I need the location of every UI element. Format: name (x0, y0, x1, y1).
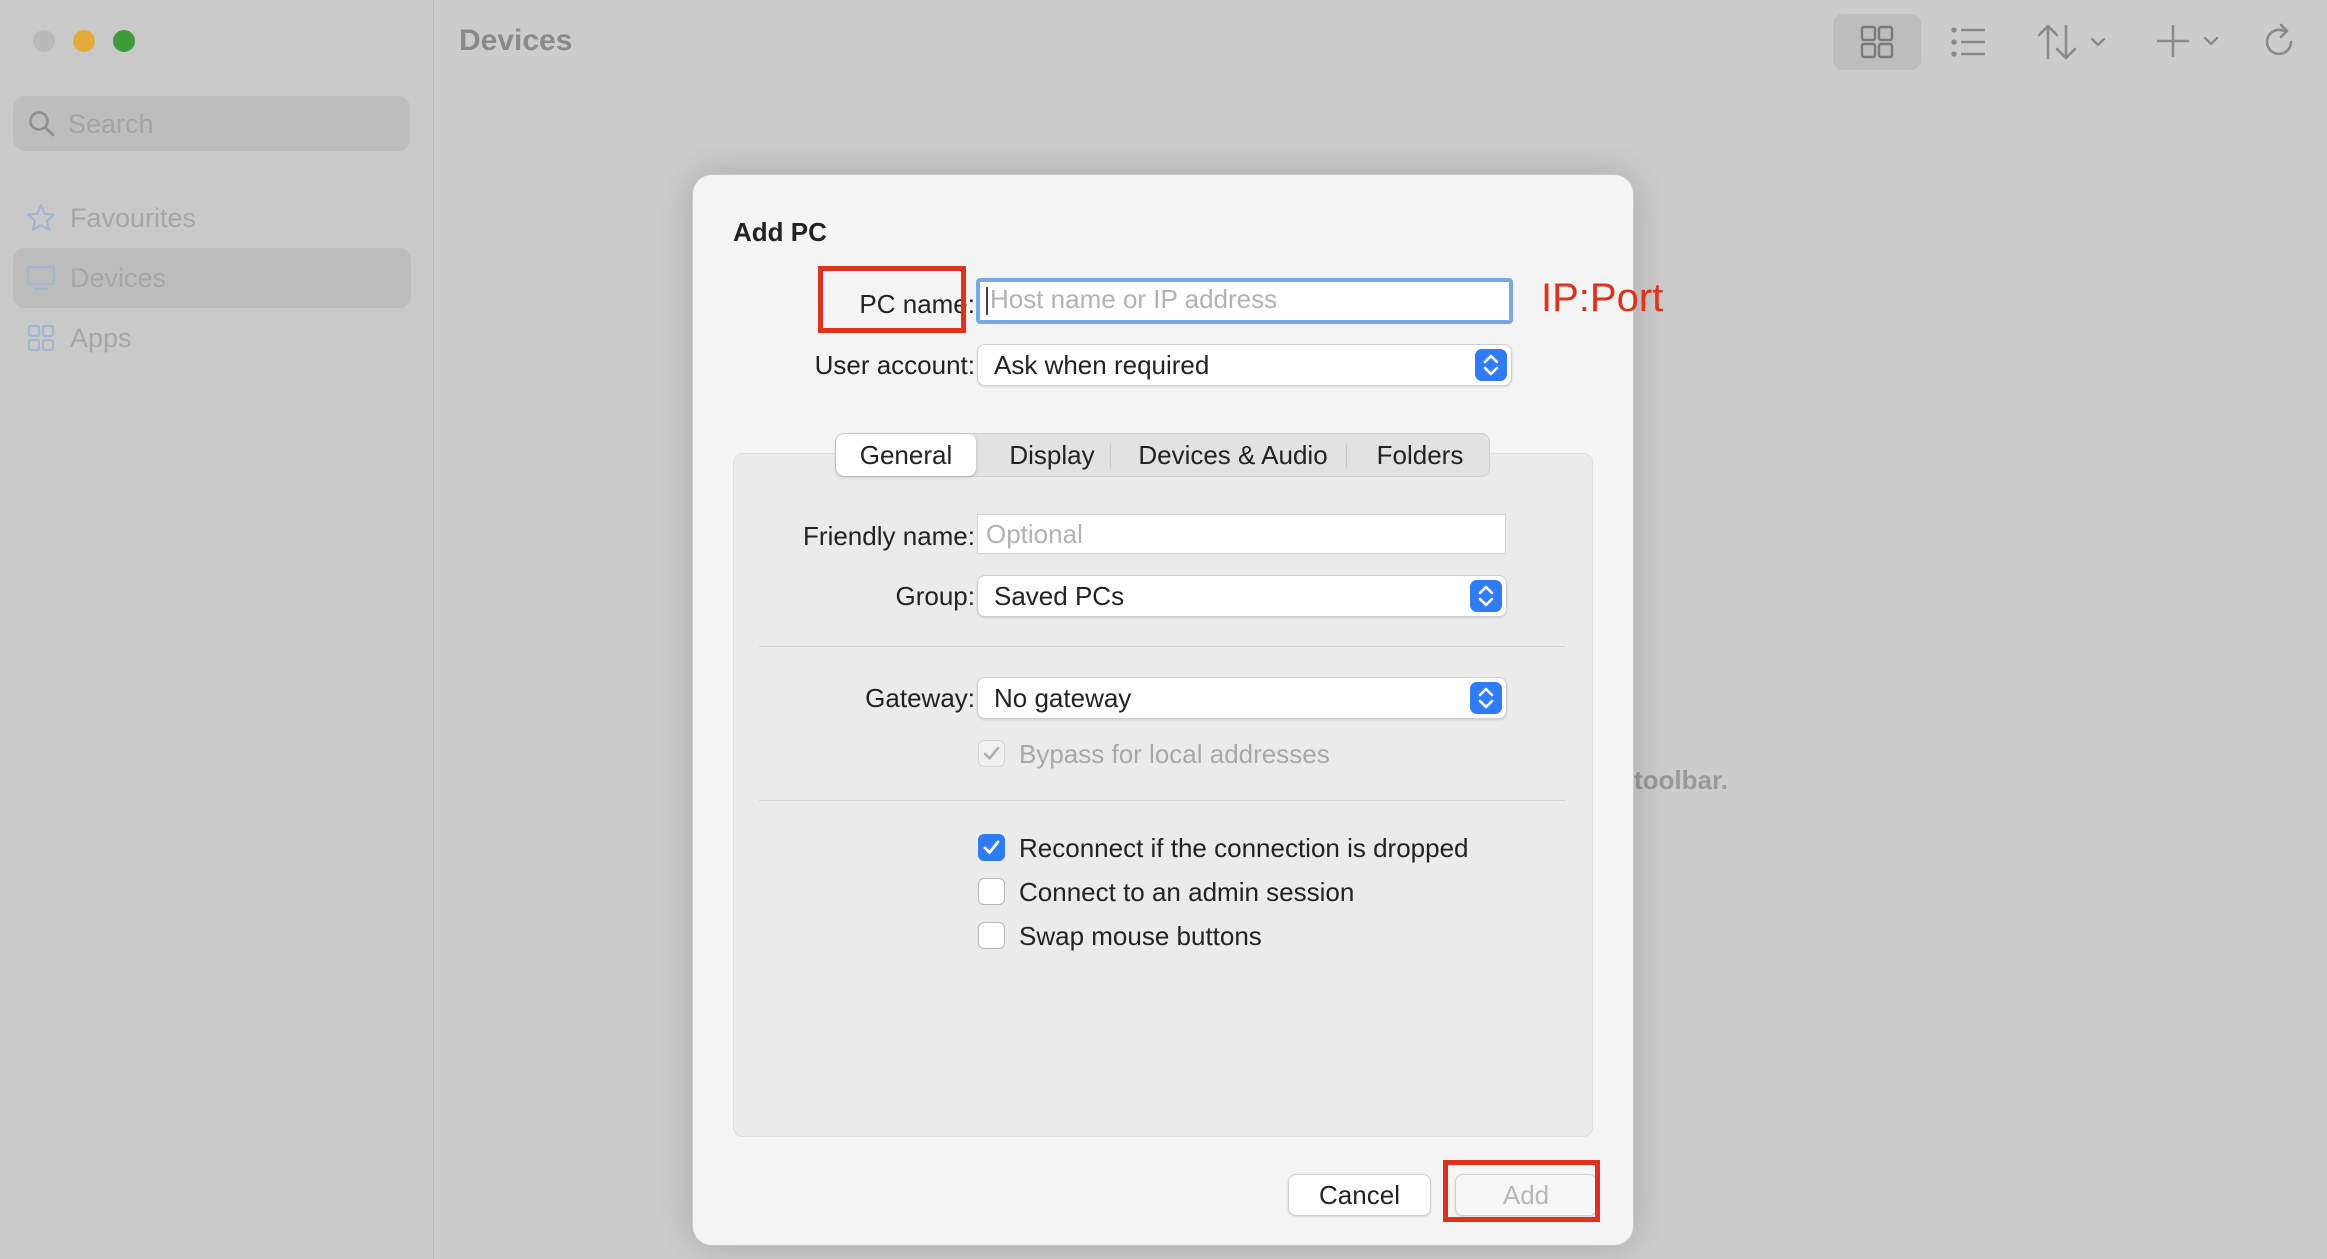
add-pc-dialog: Add PC PC name: Host name or IP address … (692, 174, 1634, 1246)
add-icon[interactable] (2157, 22, 2229, 62)
sidebar-item-label: Devices (70, 263, 167, 293)
sidebar: Search Favourites Devices Apps (0, 0, 434, 1259)
checkmark-icon (983, 746, 1000, 760)
admin-session-label: Connect to an admin session (1019, 877, 1355, 907)
divider (759, 800, 1565, 801)
reconnect-label: Reconnect if the connection is dropped (1019, 833, 1469, 863)
cancel-button[interactable]: Cancel (1288, 1174, 1431, 1216)
admin-session-checkbox[interactable] (978, 878, 1005, 905)
text-caret (986, 287, 988, 316)
add-button-highlight-box (1443, 1160, 1600, 1222)
close-window-button[interactable] (33, 30, 55, 52)
tab-folders[interactable]: Folders (1352, 434, 1488, 476)
monitor-icon (26, 265, 56, 291)
tab-devices-audio[interactable]: Devices & Audio (1124, 434, 1342, 476)
bypass-local-checkbox[interactable] (978, 740, 1005, 767)
user-account-value: Ask when required (994, 350, 1210, 380)
swap-mouse-label: Swap mouse buttons (1019, 921, 1262, 951)
tab-display[interactable]: Display (986, 434, 1118, 476)
search-field[interactable]: Search (13, 96, 410, 151)
search-icon (29, 111, 55, 137)
chevron-updown-icon (1470, 682, 1502, 714)
tab-general[interactable]: General (836, 434, 976, 476)
tab-divider (1110, 444, 1111, 468)
gateway-select[interactable]: No gateway (977, 677, 1507, 719)
maximize-window-button[interactable] (113, 30, 135, 52)
chevron-updown-icon (1475, 349, 1507, 381)
annotation-ip-port: IP:Port (1541, 276, 1664, 320)
friendly-name-label: Friendly name: (803, 521, 975, 551)
chevron-updown-icon (1470, 580, 1502, 612)
sidebar-item-apps[interactable]: Apps (13, 308, 411, 368)
sidebar-item-label: Favourites (70, 203, 197, 233)
group-value: Saved PCs (994, 581, 1125, 611)
group-select[interactable]: Saved PCs (977, 575, 1507, 617)
friendly-name-input[interactable]: Optional (977, 514, 1506, 554)
gateway-value: No gateway (994, 683, 1132, 713)
sidebar-item-label: Apps (70, 323, 132, 353)
tab-divider (1346, 444, 1347, 468)
sidebar-item-devices[interactable]: Devices (13, 248, 411, 308)
user-account-label: User account: (814, 350, 975, 380)
swap-mouse-checkbox[interactable] (978, 922, 1005, 949)
search-placeholder: Search (68, 109, 154, 139)
page-title: Devices (459, 24, 573, 57)
pc-name-placeholder: Host name or IP address (990, 284, 1278, 314)
star-icon (26, 203, 56, 232)
grid-view-icon (1860, 25, 1894, 59)
pc-name-input[interactable]: Host name or IP address (976, 278, 1513, 324)
friendly-name-placeholder: Optional (986, 519, 1083, 549)
settings-tabs: General Display Devices & Audio Folders (835, 433, 1490, 477)
grid-view-button[interactable] (1833, 14, 1921, 70)
apps-grid-icon (27, 324, 55, 352)
reconnect-checkbox[interactable] (978, 834, 1005, 861)
list-view-icon[interactable] (1950, 24, 1988, 60)
sidebar-item-favourites[interactable]: Favourites (13, 188, 411, 248)
refresh-icon[interactable] (2262, 22, 2298, 62)
dialog-title: Add PC (733, 217, 827, 247)
gateway-label: Gateway: (865, 683, 975, 713)
settings-panel (733, 453, 1593, 1137)
checkmark-icon (983, 840, 1000, 854)
bypass-local-label: Bypass for local addresses (1019, 739, 1330, 769)
divider (759, 646, 1565, 647)
minimize-window-button[interactable] (73, 30, 95, 52)
empty-state-hint: toolbar. (1634, 765, 1728, 795)
sort-icon[interactable] (2036, 20, 2112, 64)
group-label: Group: (895, 581, 976, 611)
pc-name-highlight-box (818, 266, 966, 333)
user-account-select[interactable]: Ask when required (977, 344, 1512, 386)
